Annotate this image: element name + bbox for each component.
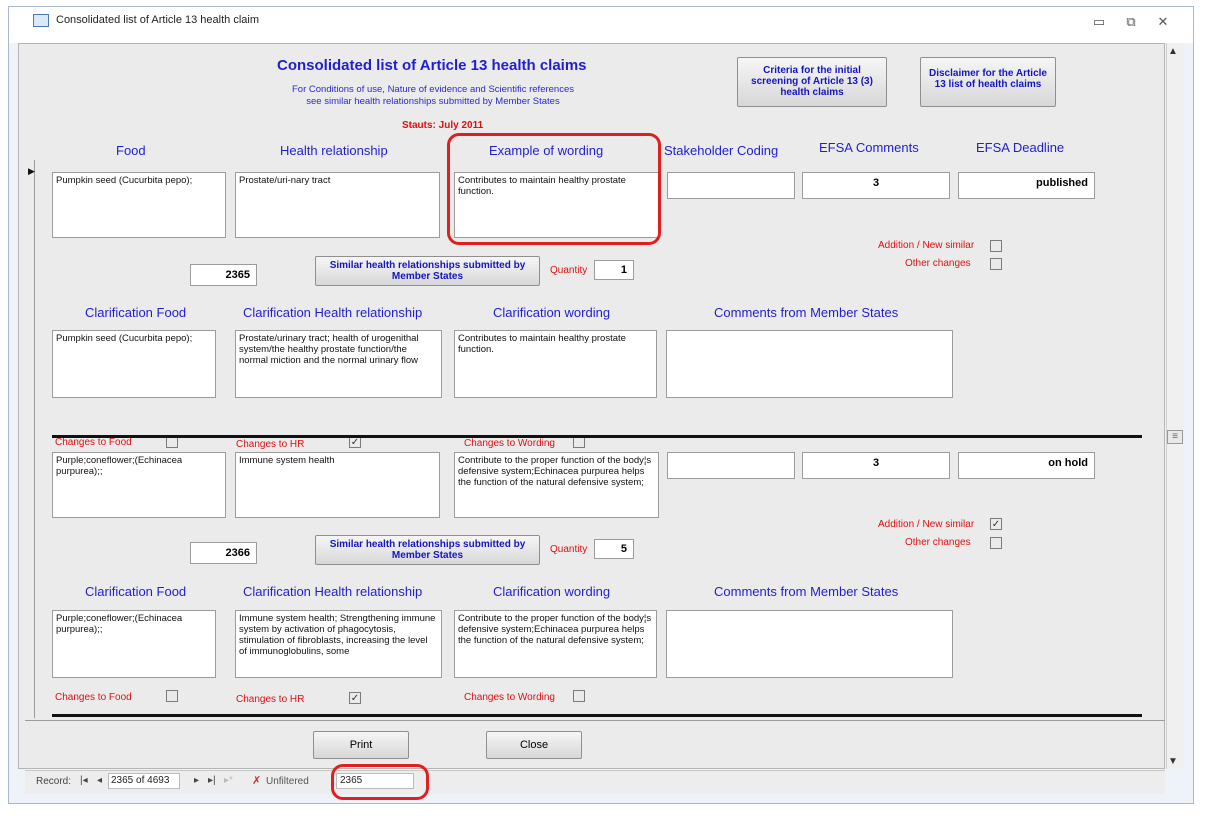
clarification-wording-field[interactable]: Contribute to the proper function of the… <box>454 610 657 678</box>
stakeholder-coding-field[interactable] <box>667 452 795 479</box>
col-header-stakeholder: Stakeholder Coding <box>664 143 779 158</box>
changes-to-wording-label: Changes to Wording <box>464 692 555 703</box>
quantity-field[interactable]: 1 <box>594 260 634 280</box>
subtitle-similar: see similar health relationships submitt… <box>306 96 560 107</box>
changes-to-wording-label: Changes to Wording <box>464 438 555 449</box>
clarification-food-header: Clarification Food <box>85 305 187 320</box>
changes-to-wording-checkbox[interactable] <box>573 690 585 702</box>
vertical-scrollbar[interactable] <box>1166 43 1184 769</box>
other-changes-checkbox[interactable] <box>990 537 1002 549</box>
disclaimer-button[interactable]: Disclaimer for the Article 13 list of he… <box>920 57 1056 107</box>
changes-to-food-checkbox[interactable] <box>166 690 178 702</box>
addition-new-similar-checkbox[interactable] <box>990 240 1002 252</box>
comments-ms-field[interactable] <box>666 610 953 678</box>
window-title: Consolidated list of Article 13 health c… <box>56 14 259 26</box>
other-changes-label: Other changes <box>905 537 971 548</box>
efsa-deadline-field[interactable]: on hold <box>958 452 1095 479</box>
health-relationship-field[interactable]: Prostate/uri-nary tract <box>235 172 440 238</box>
other-changes-label: Other changes <box>905 258 971 269</box>
current-record-arrow-icon: ▶ <box>28 166 35 176</box>
other-changes-checkbox[interactable] <box>990 258 1002 270</box>
close-window-button[interactable]: ✕ <box>1152 12 1174 32</box>
changes-to-food-label: Changes to Food <box>55 692 132 703</box>
record-separator <box>52 435 1142 438</box>
example-wording-field[interactable]: Contribute to the proper function of the… <box>454 452 659 518</box>
col-header-efsa-comments: EFSA Comments <box>819 140 919 155</box>
quantity-label: Quantity <box>550 265 588 276</box>
scroll-thumb[interactable]: ≡ <box>1167 430 1183 444</box>
criteria-button[interactable]: Criteria for the initial screening of Ar… <box>737 57 887 107</box>
footer-divider <box>25 720 1165 721</box>
clarification-food-field[interactable]: Purple;coneflower;(Echinacea purpurea);; <box>52 610 216 678</box>
changes-to-hr-label: Changes to HR <box>236 694 305 705</box>
next-record-button[interactable]: ▸ <box>194 775 199 786</box>
efsa-comments-field[interactable]: 3 <box>802 452 950 479</box>
clarification-hr-field[interactable]: Immune system health; Strengthening immu… <box>235 610 442 678</box>
addition-new-similar-label: Addition / New similar <box>878 519 975 530</box>
form-icon <box>33 14 49 27</box>
new-record-button[interactable]: ▸* <box>224 775 233 786</box>
minimize-button[interactable]: ▭ <box>1088 12 1110 32</box>
record-separator <box>52 714 1142 717</box>
restore-button[interactable]: ⧉ <box>1120 12 1142 32</box>
record-id-field[interactable]: 2365 <box>190 264 257 286</box>
record-label: Record: <box>36 776 72 787</box>
close-button[interactable]: Close <box>486 731 582 759</box>
clarification-wording-header: Clarification wording <box>493 584 611 599</box>
unfiltered-indicator[interactable]: Unfiltered <box>266 776 309 787</box>
record-id-field[interactable]: 2366 <box>190 542 257 564</box>
efsa-comments-field[interactable]: 3 <box>802 172 950 199</box>
filter-icon: ✗ <box>252 775 262 787</box>
record-position-field[interactable]: 2365 of 4693 <box>108 773 180 789</box>
quantity-field[interactable]: 5 <box>594 539 634 559</box>
scroll-up-button[interactable]: ▲ <box>1168 46 1178 57</box>
clarification-wording-field[interactable]: Contributes to maintain healthy prostate… <box>454 330 657 398</box>
addition-new-similar-checkbox[interactable]: ✓ <box>990 518 1002 530</box>
food-field[interactable]: Pumpkin seed (Cucurbita pepo); <box>52 172 226 238</box>
efsa-deadline-field[interactable]: published <box>958 172 1095 199</box>
page-title: Consolidated list of Article 13 health c… <box>277 57 587 74</box>
changes-to-food-label: Changes to Food <box>55 437 132 448</box>
clarification-food-field[interactable]: Pumpkin seed (Cucurbita pepo); <box>52 330 216 398</box>
annotation-callout-example-wording <box>447 133 661 245</box>
previous-record-button[interactable]: ◂ <box>97 775 102 786</box>
changes-to-hr-label: Changes to HR <box>236 439 305 450</box>
clarification-hr-field[interactable]: Prostate/urinary tract; health of urogen… <box>235 330 442 398</box>
col-header-efsa-deadline: EFSA Deadline <box>976 140 1065 155</box>
addition-new-similar-label: Addition / New similar <box>878 240 975 251</box>
comments-ms-header: Comments from Member States <box>714 305 899 320</box>
changes-to-hr-checkbox[interactable]: ✓ <box>349 692 361 704</box>
last-record-button[interactable]: ▸| <box>208 775 216 786</box>
clarification-hr-header: Clarification Health relationship <box>243 584 423 599</box>
health-relationship-field[interactable]: Immune system health <box>235 452 440 518</box>
status-text: Stauts: July 2011 <box>402 120 484 131</box>
print-button[interactable]: Print <box>313 731 409 759</box>
scroll-down-button[interactable]: ▼ <box>1168 756 1178 767</box>
similar-relationships-button[interactable]: Similar health relationships submitted b… <box>315 535 540 565</box>
clarification-hr-header: Clarification Health relationship <box>243 305 423 320</box>
stakeholder-coding-field[interactable] <box>667 172 795 199</box>
quantity-label: Quantity <box>550 544 588 555</box>
record-selector-column[interactable] <box>25 160 35 718</box>
clarification-food-header: Clarification Food <box>85 584 187 599</box>
food-field[interactable]: Purple;coneflower;(Echinacea purpurea);; <box>52 452 226 518</box>
col-header-health-relationship: Health relationship <box>280 143 388 158</box>
col-header-food: Food <box>116 143 146 158</box>
subtitle-conditions: For Conditions of use, Nature of evidenc… <box>292 84 574 95</box>
clarification-wording-header: Clarification wording <box>493 305 611 320</box>
comments-ms-field[interactable] <box>666 330 953 398</box>
similar-relationships-button[interactable]: Similar health relationships submitted b… <box>315 256 540 286</box>
first-record-button[interactable]: |◂ <box>80 775 88 786</box>
annotation-callout-search <box>331 764 429 800</box>
comments-ms-header: Comments from Member States <box>714 584 899 599</box>
